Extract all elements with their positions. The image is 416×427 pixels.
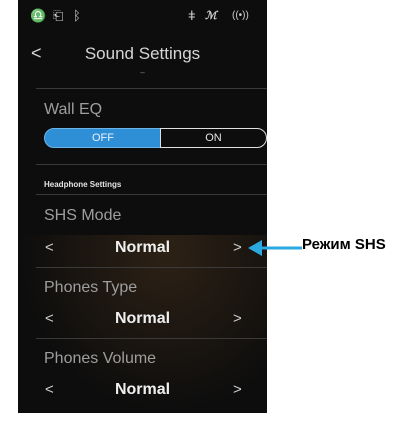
headphones-icon: ♎: [30, 8, 47, 23]
bluetooth-icon: ᛒ: [73, 8, 81, 23]
section-heading-headphone: Headphone Settings: [44, 180, 122, 189]
divider: [36, 88, 267, 89]
page-title: Sound Settings: [84, 44, 201, 63]
mic-icon: ǂ: [188, 8, 196, 23]
phones-type-label: Phones Type: [44, 279, 138, 296]
phones-volume-value: Normal: [114, 381, 171, 398]
phones-type-next-button[interactable]: >: [233, 310, 242, 327]
shs-mode-next-button[interactable]: >: [233, 239, 242, 256]
wall-eq-off-button[interactable]: OFF: [44, 128, 162, 148]
wall-eq-label: Wall EQ: [44, 101, 103, 118]
phones-type-selector: < Normal >: [18, 310, 267, 332]
phones-volume-selector: < Normal >: [18, 381, 267, 403]
phones-volume-next-button[interactable]: >: [233, 381, 242, 398]
title-bar: < Sound Settings –: [18, 42, 267, 78]
shs-mode-label: SHS Mode: [44, 207, 122, 224]
shs-mode-selector: < Normal >: [18, 239, 267, 261]
phones-type-value: Normal: [114, 310, 171, 327]
divider: [36, 338, 267, 339]
divider: [36, 194, 267, 195]
divider: [36, 267, 267, 268]
usb-icon: ⎗: [53, 8, 64, 23]
wall-eq-on-button[interactable]: ON: [160, 128, 267, 148]
wireless-icon: ((•)): [232, 10, 249, 21]
callout-arrow-icon: [248, 240, 302, 256]
wave-icon: ℳ: [205, 10, 217, 22]
phones-volume-label: Phones Volume: [44, 350, 157, 367]
wall-eq-toggle: OFF ON: [44, 128, 267, 148]
page-indicator: –: [140, 68, 145, 77]
status-bar: ♎ ⎗ ᛒ ǂ ℳ ((•)): [18, 0, 267, 34]
divider: [36, 164, 267, 165]
shs-mode-value: Normal: [114, 239, 171, 256]
device-screen: ♎ ⎗ ᛒ ǂ ℳ ((•)) < Sound Settings – Wall …: [18, 0, 267, 413]
callout-label: Режим SHS: [302, 236, 386, 253]
